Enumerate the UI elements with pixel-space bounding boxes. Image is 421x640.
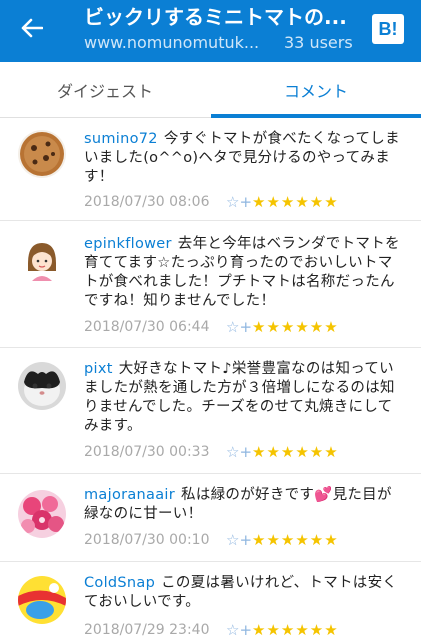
star-rating: ★★★★★★ [252,443,339,461]
tab-bar: ダイジェスト コメント [0,62,421,118]
back-arrow-icon [21,18,43,38]
add-star-icon[interactable]: ☆+ [226,531,252,549]
star-rating: ★★★★★★ [252,318,339,336]
colorful-avatar-image [18,576,66,624]
comment-meta: 2018/07/30 00:33 ☆+ ★★★★★★ [84,442,406,462]
page-domain[interactable]: www.nomunomutuk... [84,32,264,54]
comment-text: sumino72 今すぐトマトが食べたくなってしまいました(o^^o)ヘタで見分け… [84,130,406,187]
comment-timestamp: 2018/07/30 08:06 [84,194,210,210]
comment-text: epinkflower 去年と今年はベランダでトマトを育ててます☆たっぷり育ったの… [84,235,406,311]
flowers-avatar-image [18,490,66,538]
comment-username[interactable]: epinkflower [84,236,172,252]
comment-item: sumino72 今すぐトマトが食べたくなってしまいました(o^^o)ヘタで見分け… [0,118,421,221]
avatar[interactable] [18,130,66,178]
comment-timestamp: 2018/07/30 00:10 [84,532,210,548]
comment-username[interactable]: sumino72 [84,131,158,147]
tab-digest[interactable]: ダイジェスト [0,62,210,118]
add-star-icon[interactable]: ☆+ [226,193,252,211]
comment-item: majoranaair 私は緑のが好きです💕見た目が緑なのに甘ーい！ 2018/0… [0,474,421,562]
users-count[interactable]: 33 users [284,32,353,54]
add-star-icon[interactable]: ☆+ [226,318,252,336]
cat-avatar-image [18,362,66,410]
avatar[interactable] [18,490,66,538]
comment-meta-row: 2018/07/30 06:44 ☆+ ★★★★★★ [84,317,406,337]
back-button[interactable] [14,12,50,44]
comment-username[interactable]: pixt [84,361,113,377]
avatar[interactable] [18,237,66,285]
comment-content: 大好きなトマト♪栄誉豊富なのは知っていましたが熱を通した方が３倍増しになるのは知… [84,361,395,434]
comment-meta: 2018/07/30 08:06 ☆+ ★★★★★★ [84,192,406,212]
star-rating: ★★★★★★ [252,531,339,549]
add-star-icon[interactable]: ☆+ [226,443,252,461]
hatena-bookmark-button[interactable]: B! [372,14,404,44]
comment-text: majoranaair 私は緑のが好きです💕見た目が緑なのに甘ーい！ [84,486,406,524]
cookie-avatar-image [18,130,66,178]
comment-item: ColdSnap この夏は暑いけれど、トマトは安くておいしいです。 2018/07… [0,562,421,640]
comment-timestamp: 2018/07/30 00:33 [84,444,210,460]
page-title: ビックリするミニトマトの... [84,5,347,29]
comment-text: ColdSnap この夏は暑いけれど、トマトは安くておいしいです。 [84,574,406,612]
girl-avatar-image [18,237,66,285]
comment-username[interactable]: majoranaair [84,487,175,503]
comment-timestamp: 2018/07/30 06:44 [84,319,210,335]
comment-list: sumino72 今すぐトマトが食べたくなってしまいました(o^^o)ヘタで見分け… [0,118,421,640]
avatar[interactable] [18,362,66,410]
add-star-icon[interactable]: ☆+ [226,621,252,639]
comment-item: epinkflower 去年と今年はベランダでトマトを育ててます☆たっぷり育ったの… [0,221,421,348]
comment-meta: 2018/07/30 00:10 ☆+ ★★★★★★ [84,530,406,550]
comment-timestamp: 2018/07/29 23:40 [84,622,210,638]
tab-comments[interactable]: コメント [211,62,421,118]
comment-username[interactable]: ColdSnap [84,575,155,591]
comment-meta: 2018/07/29 23:40 ☆+ ★★★★★★ [84,620,406,640]
comment-text: pixt 大好きなトマト♪栄誉豊富なのは知っていましたが熱を通した方が３倍増しにな… [84,360,406,436]
star-rating: ★★★★★★ [252,193,339,211]
app-header: ビックリするミニトマトの... www.nomunomutuk... 33 us… [0,0,421,62]
star-rating: ★★★★★★ [252,621,339,639]
avatar[interactable] [18,576,66,624]
comment-item: pixt 大好きなトマト♪栄誉豊富なのは知っていましたが熱を通した方が３倍増しにな… [0,348,421,474]
